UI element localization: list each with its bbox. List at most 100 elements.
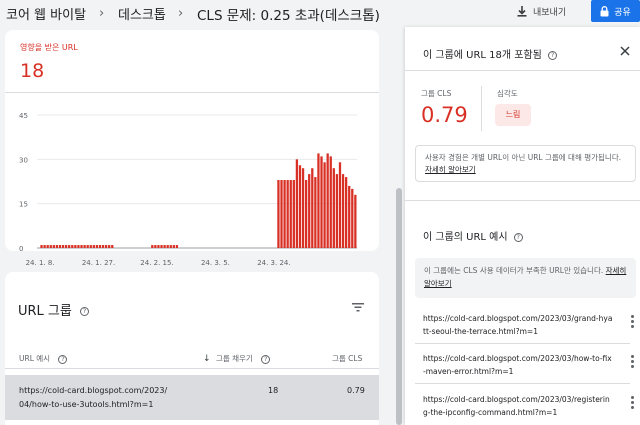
column-header-url[interactable]: URL 예시 ? bbox=[19, 353, 68, 364]
column-header-cls[interactable]: 그룹 CLS bbox=[332, 353, 362, 364]
chart-bar[interactable] bbox=[175, 245, 179, 248]
page-title: CLS 문제: 0.25 초과(데스크톱) bbox=[197, 7, 380, 24]
chart-bar[interactable] bbox=[95, 245, 99, 248]
chart-bar[interactable] bbox=[58, 245, 62, 248]
chart-bar[interactable] bbox=[104, 245, 108, 248]
chart-bar[interactable] bbox=[289, 180, 292, 248]
chart-x-tick-label: 24. 2. 15. bbox=[140, 259, 173, 267]
arrow-down-icon: ↓ bbox=[203, 354, 211, 364]
chart-bar[interactable] bbox=[169, 245, 172, 248]
row-cls: 0.79 bbox=[347, 386, 365, 395]
chart-bar[interactable] bbox=[83, 245, 86, 248]
column-header-count[interactable]: ↓ 그룹 채우기 ? bbox=[203, 353, 271, 364]
chart-x-tick-label: 24. 1. 27. bbox=[82, 259, 115, 267]
more-vert-icon[interactable] bbox=[631, 396, 634, 411]
learn-more-link[interactable]: 자세히 알아보기 bbox=[425, 165, 476, 174]
chevron-right-icon: › bbox=[99, 6, 105, 21]
chart-x-tick-label: 24. 1. 8. bbox=[26, 259, 55, 267]
chart-bar[interactable] bbox=[329, 156, 332, 248]
chart-bar[interactable] bbox=[326, 153, 329, 248]
examples-title-text: 이 그룹의 URL 예시 bbox=[423, 232, 508, 243]
table-row[interactable]: https://cold-card.blogspot.com/2023/04/h… bbox=[5, 375, 379, 420]
chart-bar[interactable] bbox=[46, 245, 49, 248]
help-icon[interactable]: ? bbox=[79, 307, 89, 316]
chart-bar[interactable] bbox=[89, 245, 92, 248]
breadcrumb-desktop[interactable]: 데스크톱 bbox=[118, 4, 166, 23]
chart-bar[interactable] bbox=[348, 185, 351, 248]
chart-bar[interactable] bbox=[292, 180, 295, 248]
row-url: https://cold-card.blogspot.com/2023/04/h… bbox=[19, 386, 168, 409]
chart-bar[interactable] bbox=[111, 245, 114, 248]
chart-bar[interactable] bbox=[166, 245, 169, 248]
chart-bar[interactable] bbox=[80, 245, 83, 248]
breadcrumb-core-web-vitals[interactable]: 코어 웹 바이탈 bbox=[6, 4, 86, 23]
column-header-count-label: 그룹 채우기 bbox=[215, 354, 253, 363]
export-button[interactable]: 내보내기 bbox=[517, 5, 566, 18]
info-box: 사용자 경험은 개별 URL이 아닌 URL 그룹에 대해 평가됩니다. 자세히… bbox=[415, 145, 636, 182]
chart-bar[interactable] bbox=[317, 153, 320, 248]
chart-bar[interactable] bbox=[314, 177, 317, 248]
url-group-title: URL 그룹 ? bbox=[18, 300, 89, 319]
details-panel: 이 그룹에 URL 18개 포함됨 ? 그룹 CLS 0.79 심각도 느림 사… bbox=[405, 27, 640, 425]
chart-bar[interactable] bbox=[332, 168, 335, 248]
chart-bar[interactable] bbox=[286, 180, 289, 248]
help-icon[interactable]: ? bbox=[513, 232, 523, 242]
chart-bar[interactable] bbox=[277, 180, 280, 248]
chart-bar[interactable] bbox=[151, 245, 154, 248]
chart-bar[interactable] bbox=[108, 245, 111, 248]
chevron-right-icon: › bbox=[178, 6, 184, 21]
chart-bar[interactable] bbox=[280, 180, 283, 248]
chart-bar[interactable] bbox=[64, 245, 68, 248]
chart-bar[interactable] bbox=[295, 159, 299, 248]
chart-bar[interactable] bbox=[323, 162, 326, 248]
help-icon[interactable]: ? bbox=[261, 354, 271, 364]
chart-bar[interactable] bbox=[308, 174, 311, 248]
example-url[interactable]: https://cold-card.blogspot.com/2023/03/r… bbox=[423, 393, 613, 419]
chart-bar[interactable] bbox=[55, 245, 59, 248]
chart-bar[interactable] bbox=[163, 245, 166, 248]
filter-icon[interactable] bbox=[352, 303, 364, 312]
chart-bar[interactable] bbox=[344, 177, 348, 248]
group-cls-label: 그룹 CLS bbox=[421, 89, 452, 98]
chart-bar[interactable] bbox=[101, 245, 105, 248]
chart-bar[interactable] bbox=[301, 168, 305, 248]
chart-bar[interactable] bbox=[52, 245, 55, 248]
close-icon[interactable] bbox=[620, 46, 630, 56]
chart-bar[interactable] bbox=[77, 245, 80, 248]
affected-urls-card: 영향을 받은 URL 18 0 15 30 45 24. 1. 8. 24. 1. 27.… bbox=[5, 30, 379, 267]
chart-bar[interactable] bbox=[92, 245, 95, 248]
chart-bar[interactable] bbox=[49, 245, 52, 248]
chart-bar[interactable] bbox=[298, 165, 302, 248]
chart-bar[interactable] bbox=[304, 180, 308, 248]
scrollbar-thumb[interactable] bbox=[396, 188, 402, 425]
chart-bar[interactable] bbox=[61, 245, 65, 248]
chart-bar[interactable] bbox=[40, 245, 43, 248]
chart-bar[interactable] bbox=[320, 156, 323, 248]
chart-y-tick-label: 0 bbox=[19, 245, 23, 253]
chart-bar[interactable] bbox=[43, 245, 46, 248]
chart-bar[interactable] bbox=[338, 162, 342, 248]
chart-bar[interactable] bbox=[160, 245, 163, 248]
chart-bar[interactable] bbox=[341, 174, 345, 248]
more-vert-icon[interactable] bbox=[631, 315, 634, 330]
more-vert-icon[interactable] bbox=[631, 355, 634, 370]
chart-bar[interactable] bbox=[68, 245, 71, 248]
chart-bar[interactable] bbox=[157, 245, 160, 248]
chart-bar[interactable] bbox=[172, 245, 175, 248]
chart-bar[interactable] bbox=[98, 245, 102, 248]
chart-bar[interactable] bbox=[354, 194, 357, 248]
example-url[interactable]: https://cold-card.blogspot.com/2023/03/h… bbox=[423, 352, 613, 378]
chart-bar[interactable] bbox=[335, 174, 339, 248]
chart-bar[interactable] bbox=[351, 188, 354, 248]
chart-bar[interactable] bbox=[311, 168, 314, 248]
share-button[interactable]: 공유 bbox=[591, 0, 640, 22]
example-url[interactable]: https://cold-card.blogspot.com/2023/03/g… bbox=[423, 312, 613, 338]
help-icon[interactable]: ? bbox=[58, 354, 68, 364]
chart-bar[interactable] bbox=[74, 245, 77, 248]
chart-bar[interactable] bbox=[86, 245, 89, 248]
chart-bar[interactable] bbox=[154, 245, 157, 248]
table-header-divider bbox=[5, 368, 379, 369]
help-icon[interactable]: ? bbox=[548, 50, 558, 60]
chart-bar[interactable] bbox=[283, 180, 286, 248]
chart-bar[interactable] bbox=[71, 245, 74, 248]
